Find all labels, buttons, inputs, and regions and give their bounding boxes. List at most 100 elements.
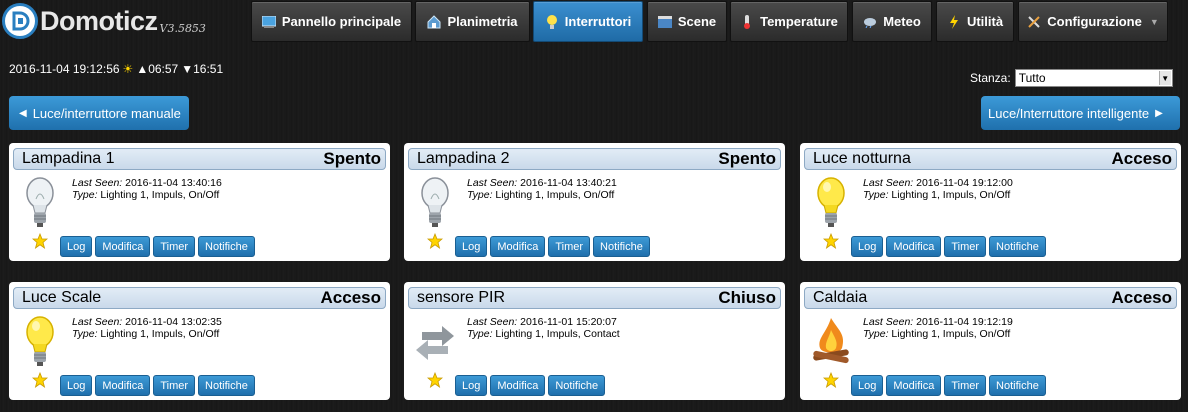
device-card: Luce notturna Acceso Last Seen: 2016-11-… <box>800 143 1181 261</box>
device-status: Acceso <box>1111 288 1172 307</box>
last-seen-label: Last Seen: <box>72 177 123 189</box>
tab-pannello-principale[interactable]: Pannello principale <box>251 1 412 42</box>
timer-button[interactable]: Timer <box>944 236 987 257</box>
contact-arrows-icon[interactable] <box>412 314 458 368</box>
notifications-button[interactable]: Notifiche <box>593 236 650 257</box>
type-value: Lighting 1, Impuls, On/Off <box>495 189 615 201</box>
tab-scene[interactable]: Scene <box>647 1 727 42</box>
floorplan-icon <box>427 14 441 29</box>
timer-button[interactable]: Timer <box>153 236 196 257</box>
favorite-star-icon[interactable] <box>31 232 49 249</box>
room-select[interactable]: Tutto ▼ <box>1014 69 1173 87</box>
device-status: Spento <box>718 149 776 168</box>
thermometer-icon <box>740 14 754 29</box>
prev-page-label: Luce/interruttore manuale <box>32 105 181 121</box>
device-header: Caldaia Acceso <box>804 287 1177 309</box>
device-info: Last Seen: 2016-11-04 13:02:35 Type: Lig… <box>72 316 222 340</box>
type-value: Lighting 1, Impuls, On/Off <box>100 189 220 201</box>
edit-button[interactable]: Modifica <box>886 236 942 257</box>
notifications-button[interactable]: Notifiche <box>198 236 255 257</box>
app-name: Domoticz <box>40 5 158 36</box>
favorite-star-icon[interactable] <box>822 371 840 388</box>
favorite-star-icon[interactable] <box>426 371 444 388</box>
log-button[interactable]: Log <box>851 236 884 257</box>
chevron-left-icon: ◀ <box>19 107 27 119</box>
device-name: Caldaia <box>813 289 868 306</box>
tab-temperature[interactable]: Temperature <box>730 1 848 42</box>
device-actions: Log Modifica Timer Notifiche <box>851 236 1046 257</box>
last-seen-label: Last Seen: <box>467 177 518 189</box>
last-seen-value: 2016-11-04 19:12:00 <box>916 177 1013 189</box>
edit-button[interactable]: Modifica <box>95 375 151 396</box>
lightbulb-icon <box>545 14 559 29</box>
notifications-button[interactable]: Notifiche <box>989 236 1046 257</box>
current-datetime: 2016-11-04 19:12:56 <box>9 62 120 76</box>
timer-button[interactable]: Timer <box>548 236 591 257</box>
room-filter: Stanza: Tutto ▼ <box>970 69 1173 87</box>
favorite-star-icon[interactable] <box>426 232 444 249</box>
notifications-button[interactable]: Notifiche <box>198 375 255 396</box>
device-header: Lampadina 2 Spento <box>408 148 781 170</box>
favorite-star-icon[interactable] <box>822 232 840 249</box>
tab-interruttori[interactable]: Interruttori <box>533 1 643 42</box>
timer-button[interactable]: Timer <box>153 375 196 396</box>
type-label: Type: <box>72 328 98 340</box>
notifications-button[interactable]: Notifiche <box>989 375 1046 396</box>
device-name: Lampadina 2 <box>417 150 510 167</box>
bulb-on-icon[interactable] <box>808 175 854 229</box>
next-page-button[interactable]: Luce/Interruttore intelligente ▶ <box>981 96 1180 130</box>
device-actions: Log Modifica Timer Notifiche <box>60 375 255 396</box>
log-button[interactable]: Log <box>455 375 488 396</box>
tab-configurazione[interactable]: Configurazione ▼ <box>1018 1 1168 42</box>
chevron-down-icon: ▼ <box>1149 16 1159 27</box>
bulb-off-icon[interactable] <box>17 175 63 229</box>
date-sun-status: 2016-11-04 19:12:56 ☀ ▲06:57 ▼16:51 <box>9 62 223 76</box>
tab-label: Pannello principale <box>281 14 402 29</box>
fire-icon[interactable] <box>808 314 854 368</box>
notifications-button[interactable]: Notifiche <box>548 375 606 396</box>
last-seen-value: 2016-11-04 13:02:35 <box>125 316 222 328</box>
sunset-time: ▼16:51 <box>181 62 224 76</box>
device-info: Last Seen: 2016-11-04 13:40:16 Type: Lig… <box>72 177 222 201</box>
chevron-down-icon: ▼ <box>1158 71 1171 85</box>
prev-page-button[interactable]: ◀ Luce/interruttore manuale <box>9 96 189 130</box>
tab-meteo[interactable]: Meteo <box>852 1 932 42</box>
room-filter-label: Stanza: <box>970 71 1011 85</box>
app-version: V3.5853 <box>159 21 206 35</box>
device-card: Lampadina 1 Spento Last Seen: 2016-11-04… <box>9 143 390 261</box>
type-label: Type: <box>467 189 493 201</box>
tab-label: Configurazione <box>1047 14 1142 29</box>
device-actions: Log Modifica Timer Notifiche <box>455 236 650 257</box>
weather-icon <box>863 15 877 29</box>
type-label: Type: <box>72 189 98 201</box>
log-button[interactable]: Log <box>60 375 93 396</box>
device-header: Luce notturna Acceso <box>804 148 1177 170</box>
type-value: Lighting 1, Impuls, On/Off <box>891 328 1011 340</box>
tab-label: Meteo <box>883 14 921 29</box>
dashboard-icon <box>261 15 276 29</box>
scene-icon <box>657 15 672 29</box>
tab-label: Temperature <box>760 14 838 29</box>
type-label: Type: <box>863 189 889 201</box>
app-logo[interactable]: Domoticz V3.5853 <box>2 2 250 40</box>
tab-planimetria[interactable]: Planimetria <box>415 1 530 42</box>
device-card: Lampadina 2 Spento Last Seen: 2016-11-04… <box>404 143 785 261</box>
edit-button[interactable]: Modifica <box>490 236 546 257</box>
type-value: Lighting 1, Impuls, On/Off <box>100 328 220 340</box>
edit-button[interactable]: Modifica <box>886 375 942 396</box>
favorite-star-icon[interactable] <box>31 371 49 388</box>
edit-button[interactable]: Modifica <box>95 236 151 257</box>
timer-button[interactable]: Timer <box>944 375 987 396</box>
tab-utilita[interactable]: Utilità <box>936 1 1014 42</box>
bulb-on-icon[interactable] <box>17 314 63 368</box>
log-button[interactable]: Log <box>851 375 884 396</box>
log-button[interactable]: Log <box>455 236 488 257</box>
sunrise-time: ▲06:57 <box>136 62 179 76</box>
device-status: Chiuso <box>718 288 776 307</box>
device-info: Last Seen: 2016-11-04 19:12:19 Type: Lig… <box>863 316 1013 340</box>
bulb-off-icon[interactable] <box>412 175 458 229</box>
device-card: Luce Scale Acceso Last Seen: 2016-11-04 … <box>9 282 390 400</box>
edit-button[interactable]: Modifica <box>490 375 546 396</box>
type-label: Type: <box>863 328 889 340</box>
log-button[interactable]: Log <box>60 236 93 257</box>
